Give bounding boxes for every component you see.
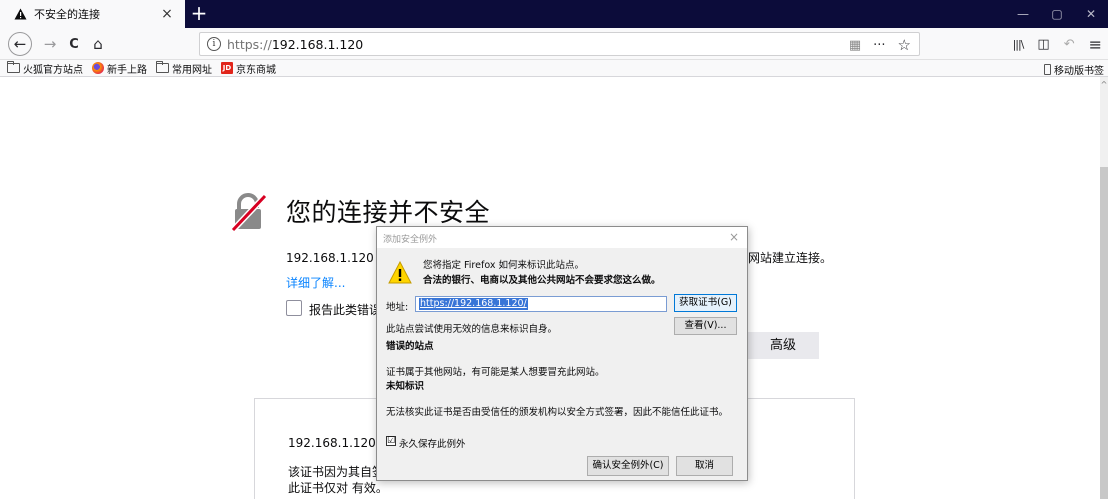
address-value: https://192.168.1.120/ bbox=[419, 298, 528, 310]
tab-insecure-connection[interactable]: 不安全的连接 × bbox=[0, 0, 185, 28]
dialog-message: 您将指定 Firefox 如何来标识此站点。 bbox=[423, 260, 584, 271]
dialog-title: 添加安全例外 bbox=[383, 235, 438, 245]
add-security-exception-dialog: 添加安全例外 × 您将指定 Firefox 如何来标识此站点。 合法的银行、电商… bbox=[376, 226, 748, 481]
scroll-thumb[interactable] bbox=[1100, 167, 1108, 499]
jd-icon: JD bbox=[221, 62, 233, 74]
reload-button[interactable]: C bbox=[62, 32, 86, 56]
qr-code-icon[interactable]: ▦ bbox=[849, 38, 861, 53]
confirm-exception-button[interactable]: 确认安全例外(C) bbox=[587, 456, 669, 476]
tab-strip: 不安全的连接 × + — ▢ ✕ bbox=[0, 0, 1108, 28]
firefox-icon bbox=[92, 62, 104, 74]
url-text: https://192.168.1.120 bbox=[227, 36, 364, 52]
scroll-up-icon[interactable]: ^ bbox=[1100, 81, 1108, 89]
new-tab-button[interactable]: + bbox=[188, 3, 210, 25]
get-certificate-button[interactable]: 获取证书(G) bbox=[674, 294, 737, 312]
page-actions-icon[interactable]: ··· bbox=[873, 38, 885, 53]
dialog-close-icon[interactable]: × bbox=[729, 230, 739, 244]
learn-more-link[interactable]: 详细了解... bbox=[286, 274, 345, 291]
advanced-text-2: 该证书因为其自签 bbox=[288, 465, 385, 479]
minimize-button[interactable]: — bbox=[1006, 0, 1040, 28]
address-input[interactable]: https://192.168.1.120/ bbox=[415, 296, 667, 312]
status-text-1: 此站点尝试使用无效的信息来标识自身。 bbox=[386, 324, 558, 335]
folder-icon bbox=[156, 61, 169, 73]
view-certificate-button[interactable]: 查看(V)... bbox=[674, 317, 737, 335]
status-title-unknown-identity: 未知标识 bbox=[386, 381, 425, 392]
permanent-exception-label: 永久保存此例外 bbox=[399, 439, 466, 450]
bookmarks-bar: 火狐官方站点 新手上路 常用网址 JD 京东商城 移动版书签 bbox=[0, 60, 1108, 77]
dialog-warning-message: 合法的银行、电商以及其他公共网站不会要求您这么做。 bbox=[423, 275, 661, 286]
advanced-button[interactable]: 高级 bbox=[744, 332, 819, 359]
address-label: 地址: bbox=[386, 302, 409, 313]
forward-button[interactable]: → bbox=[38, 32, 62, 56]
folder-icon bbox=[7, 61, 20, 73]
page-title: 您的连接并不安全 bbox=[286, 198, 491, 227]
tab-close-icon[interactable]: × bbox=[159, 6, 175, 22]
warning-icon bbox=[388, 260, 412, 285]
undo-icon[interactable]: ↶ bbox=[1064, 37, 1075, 52]
status-title-wrong-site: 错误的站点 bbox=[386, 341, 434, 352]
maximize-button[interactable]: ▢ bbox=[1040, 0, 1074, 28]
report-checkbox[interactable] bbox=[286, 300, 302, 316]
nav-bar: ← → C ⌂ i https://192.168.1.120 ▦ ··· ☆ … bbox=[0, 28, 1108, 60]
report-label: 报告此类错误 bbox=[309, 303, 382, 317]
scrollbar[interactable]: ^ bbox=[1100, 77, 1108, 499]
status-text-3: 无法核实此证书是否由受信任的颁发机构以安全方式签署，因此不能信任此证书。 bbox=[386, 407, 729, 418]
back-button[interactable]: ← bbox=[8, 32, 32, 56]
close-window-button[interactable]: ✕ bbox=[1074, 0, 1108, 28]
bookmark-getting-started[interactable]: 新手上路 bbox=[92, 61, 147, 76]
advanced-text-3: 此证书仅对 有效。 bbox=[288, 481, 388, 495]
home-button[interactable]: ⌂ bbox=[86, 32, 110, 56]
error-description-end: 网站建立连接。 bbox=[748, 251, 833, 265]
broken-lock-icon bbox=[229, 192, 269, 233]
library-icon[interactable]: |||\ bbox=[1013, 38, 1025, 51]
error-description: 192.168.1.120 的 bbox=[286, 251, 390, 265]
url-bar[interactable]: i https://192.168.1.120 ▦ ··· ☆ bbox=[199, 32, 920, 56]
menu-icon[interactable]: ≡ bbox=[1089, 35, 1102, 54]
tab-title: 不安全的连接 bbox=[34, 8, 100, 21]
permanent-exception-checkbox[interactable]: ☑ bbox=[386, 436, 396, 446]
dialog-titlebar: 添加安全例外 × bbox=[377, 227, 747, 248]
status-text-2: 证书属于其他网站，有可能是某人想要冒充此网站。 bbox=[386, 367, 605, 378]
phone-icon bbox=[1044, 64, 1051, 75]
bookmark-common-sites[interactable]: 常用网址 bbox=[156, 61, 212, 76]
sidebar-icon[interactable]: ◫ bbox=[1037, 37, 1049, 52]
info-icon[interactable]: i bbox=[207, 37, 221, 51]
bookmark-jd[interactable]: JD 京东商城 bbox=[221, 61, 276, 76]
warning-icon bbox=[12, 6, 28, 22]
mobile-bookmarks[interactable]: 移动版书签 bbox=[1044, 62, 1104, 77]
bookmark-firefox-official[interactable]: 火狐官方站点 bbox=[7, 61, 83, 76]
bookmark-star-icon[interactable]: ☆ bbox=[898, 36, 911, 54]
cancel-button[interactable]: 取消 bbox=[676, 456, 733, 476]
